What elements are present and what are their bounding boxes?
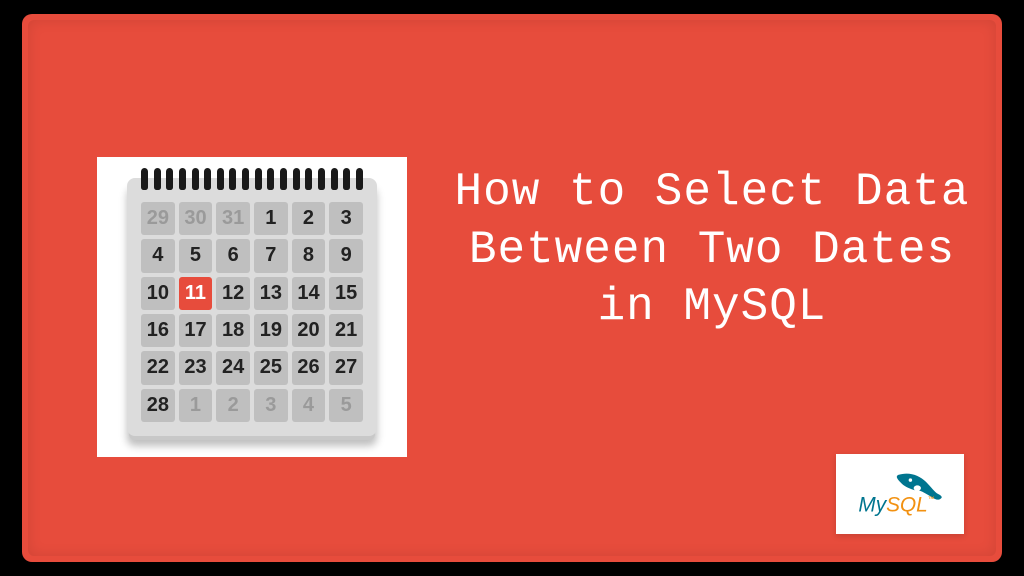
calendar-cell: 5 xyxy=(179,239,213,272)
calendar-cell: 3 xyxy=(329,202,363,235)
calendar-cell: 5 xyxy=(329,389,363,422)
calendar-cell: 6 xyxy=(216,239,250,272)
calendar-cell: 12 xyxy=(216,277,250,310)
calendar-ring xyxy=(217,168,224,190)
calendar-card: 2930311234567891011121314151617181920212… xyxy=(97,157,407,457)
calendar-cell: 10 xyxy=(141,277,175,310)
svg-text:MySQL™: MySQL™ xyxy=(858,493,934,516)
calendar-body: 2930311234567891011121314151617181920212… xyxy=(127,178,377,436)
calendar-cell: 14 xyxy=(292,277,326,310)
calendar-ring xyxy=(229,168,236,190)
mysql-logo-card: MySQL™ xyxy=(836,454,964,534)
calendar-cell: 18 xyxy=(216,314,250,347)
calendar-cell: 21 xyxy=(329,314,363,347)
calendar-ring xyxy=(141,168,148,190)
calendar-cell: 1 xyxy=(254,202,288,235)
calendar-cell: 17 xyxy=(179,314,213,347)
logo-tm: ™ xyxy=(928,496,935,503)
mysql-logo-icon: MySQL™ xyxy=(848,468,952,520)
calendar-ring xyxy=(318,168,325,190)
calendar-cell: 28 xyxy=(141,389,175,422)
calendar-cell: 9 xyxy=(329,239,363,272)
calendar-binding xyxy=(141,168,363,190)
calendar-ring xyxy=(166,168,173,190)
calendar-ring xyxy=(179,168,186,190)
calendar-ring xyxy=(242,168,249,190)
calendar-cell: 29 xyxy=(141,202,175,235)
calendar-cell: 7 xyxy=(254,239,288,272)
calendar-cell: 11 xyxy=(179,277,213,310)
calendar-cell: 15 xyxy=(329,277,363,310)
calendar-cell: 23 xyxy=(179,351,213,384)
calendar-cell: 1 xyxy=(179,389,213,422)
calendar-ring xyxy=(255,168,262,190)
calendar-ring xyxy=(331,168,338,190)
calendar-cell: 13 xyxy=(254,277,288,310)
logo-text-my: My xyxy=(858,493,887,516)
calendar-cell: 31 xyxy=(216,202,250,235)
calendar-cell: 22 xyxy=(141,351,175,384)
calendar-ring xyxy=(192,168,199,190)
calendar-cell: 25 xyxy=(254,351,288,384)
calendar-cell: 2 xyxy=(292,202,326,235)
calendar-ring xyxy=(204,168,211,190)
calendar-ring xyxy=(293,168,300,190)
calendar-ring xyxy=(267,168,274,190)
slide-title: How to Select Data Between Two Dates in … xyxy=(452,164,972,337)
calendar-cell: 8 xyxy=(292,239,326,272)
calendar-ring xyxy=(343,168,350,190)
calendar-cell: 24 xyxy=(216,351,250,384)
calendar-ring xyxy=(356,168,363,190)
calendar-ring xyxy=(305,168,312,190)
calendar-cell: 4 xyxy=(292,389,326,422)
calendar-grid: 2930311234567891011121314151617181920212… xyxy=(141,202,363,422)
slide-frame: How to Select Data Between Two Dates in … xyxy=(22,14,1002,562)
calendar-cell: 26 xyxy=(292,351,326,384)
calendar-cell: 19 xyxy=(254,314,288,347)
calendar-cell: 30 xyxy=(179,202,213,235)
calendar-cell: 4 xyxy=(141,239,175,272)
calendar-ring xyxy=(154,168,161,190)
calendar-cell: 2 xyxy=(216,389,250,422)
calendar-cell: 16 xyxy=(141,314,175,347)
calendar-cell: 3 xyxy=(254,389,288,422)
logo-text-sql: SQL xyxy=(886,493,928,516)
calendar-cell: 20 xyxy=(292,314,326,347)
calendar-ring xyxy=(280,168,287,190)
calendar-cell: 27 xyxy=(329,351,363,384)
